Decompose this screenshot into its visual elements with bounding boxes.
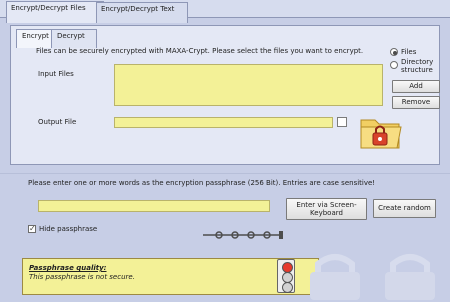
remove-button[interactable]: Remove <box>392 96 440 109</box>
input-files-list[interactable] <box>114 64 383 106</box>
section-divider <box>0 173 450 174</box>
passphrase-quality-title: Passphrase quality: <box>29 264 107 272</box>
key-icon <box>203 231 283 239</box>
padlock-watermark-icon <box>310 254 360 300</box>
output-file-field[interactable] <box>114 117 333 128</box>
tab-encrypt-decrypt-files[interactable]: Encrypt/Decrypt Files <box>6 1 104 23</box>
radio-files-label: Files <box>401 48 417 56</box>
radio-directory-structure[interactable] <box>390 61 398 69</box>
traffic-light-green <box>282 282 293 293</box>
hide-passphrase-label: Hide passphrase <box>39 225 98 233</box>
passphrase-instruction: Please enter one or more words as the en… <box>28 179 376 187</box>
screen-keyboard-button[interactable]: Enter via Screen-Keyboard <box>286 198 367 220</box>
radio-directory-label: Directory structure <box>401 58 434 74</box>
top-tab-bar: Encrypt/Decrypt Files Encrypt/Decrypt Te… <box>0 0 450 23</box>
subtab-decrypt[interactable]: Decrypt <box>51 29 97 48</box>
encrypt-instruction: Files can be securely encrypted with MAX… <box>36 47 364 55</box>
padlock-watermark-icon-2 <box>385 254 435 300</box>
traffic-light-icon <box>277 259 295 293</box>
output-file-label: Output File <box>38 118 77 126</box>
radio-files[interactable] <box>390 48 398 56</box>
folder-lock-icon <box>360 119 402 149</box>
browse-output-button[interactable] <box>337 117 347 127</box>
add-button[interactable]: Add <box>392 80 440 93</box>
tab-encrypt-decrypt-text[interactable]: Encrypt/Decrypt Text <box>96 2 188 23</box>
hide-passphrase-checkbox[interactable] <box>28 224 36 233</box>
passphrase-quality-message: This passphrase is not secure. <box>29 273 135 281</box>
passphrase-input[interactable] <box>38 200 270 212</box>
create-random-button[interactable]: Create random <box>373 199 436 218</box>
input-files-label: Input Files <box>38 70 74 78</box>
